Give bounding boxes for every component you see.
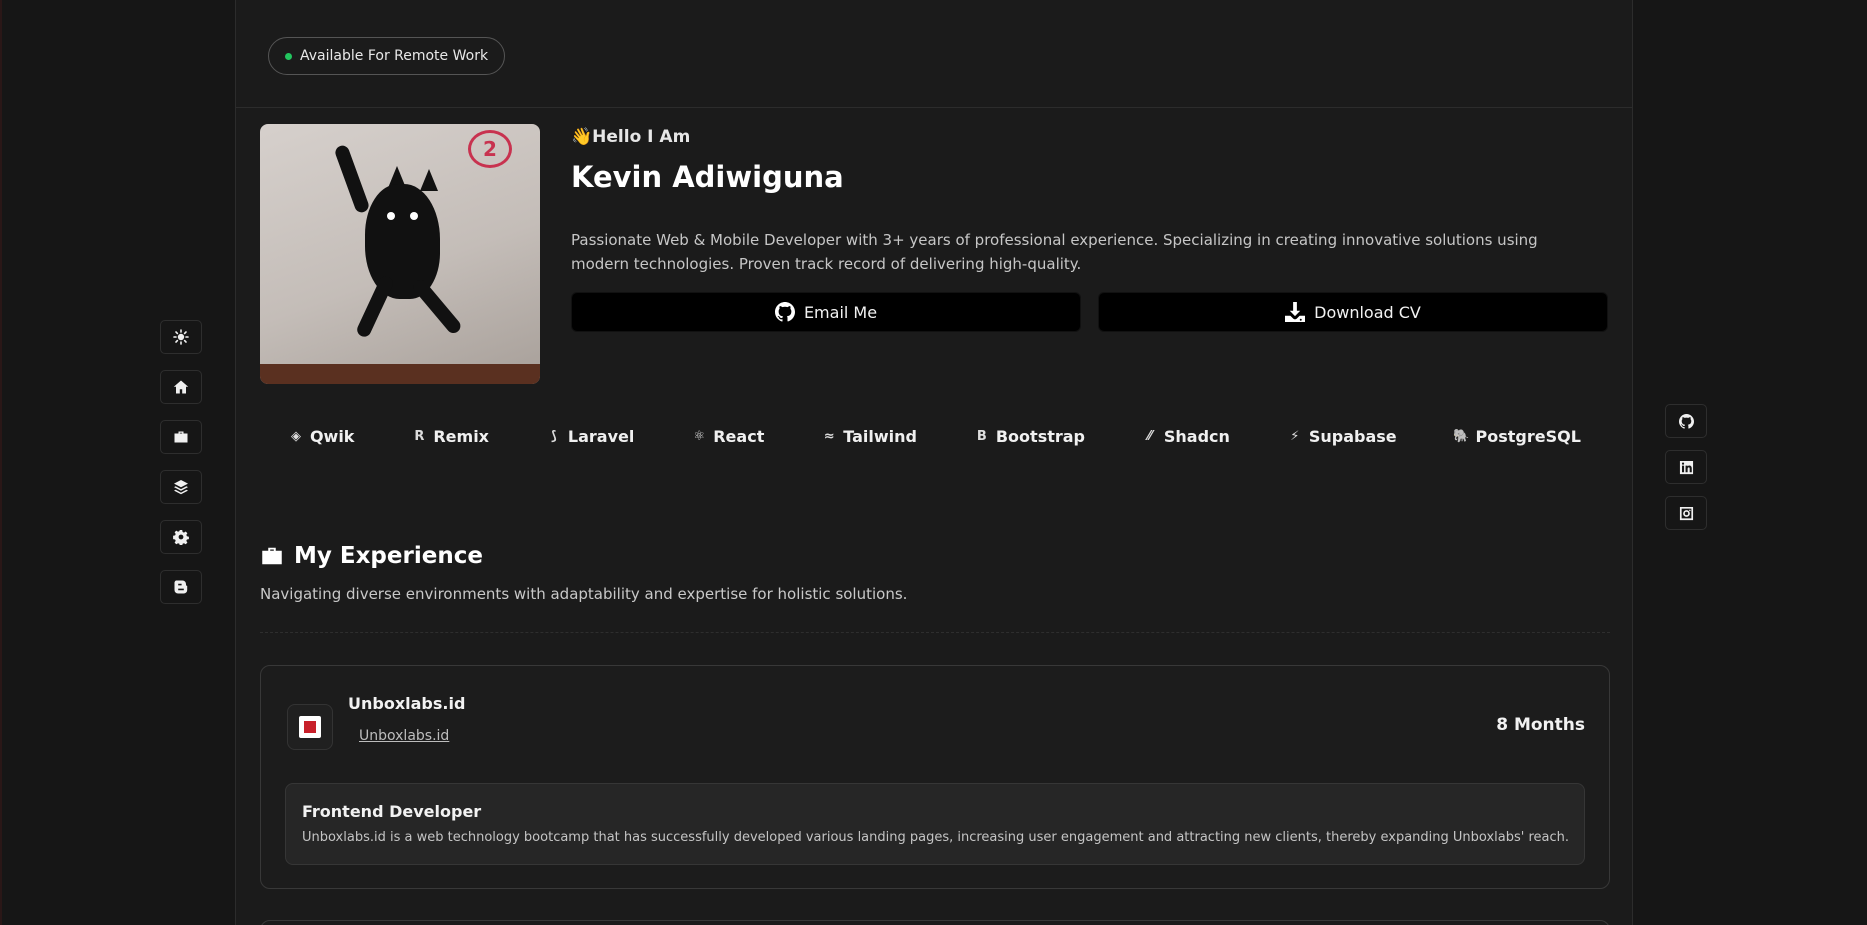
top-bar: Available For Remote Work [236, 0, 1632, 108]
avatar-cat-eye [387, 212, 395, 220]
avatar: 2 [260, 124, 540, 384]
tech-stack: ◈ Qwik R Remix ⟆ Laravel ⚛ React ≈ Tailwind B… [260, 424, 1610, 448]
tech-item-react: ⚛ React [692, 427, 764, 446]
company-logo-mark [299, 716, 321, 738]
avatar-cat-eye [410, 212, 418, 220]
role-description: Unboxlabs.id is a web technology bootcam… [302, 830, 1569, 845]
tech-label: Tailwind [843, 426, 917, 446]
role-title: Frontend Developer [302, 802, 482, 821]
role-box: Frontend Developer Unboxlabs.id is a web… [285, 783, 1585, 865]
nav-settings-button[interactable] [160, 520, 202, 554]
avatar-floor [260, 364, 540, 384]
nav-home-button[interactable] [160, 370, 202, 404]
instagram-link[interactable] [1665, 496, 1707, 530]
experience-subtitle: Navigating diverse environments with ada… [260, 585, 908, 603]
github-icon [774, 302, 795, 322]
blogger-icon [174, 580, 188, 594]
download-cv-label: Download CV [1314, 302, 1421, 322]
tech-item-supabase: ⚡ Supabase [1288, 426, 1397, 446]
react-icon: ⚛ [693, 428, 706, 444]
tech-item-shadcn: ⁄⁄ Shadcn [1143, 427, 1230, 446]
section-divider [260, 632, 1610, 633]
email-me-button[interactable]: Email Me [571, 292, 1081, 332]
tech-item-postgresql: 🐘 PostgreSQL [1453, 426, 1581, 446]
theme-toggle-button[interactable] [160, 320, 202, 354]
experience-duration: 8 Months [1496, 715, 1585, 735]
tech-item-tailwind: ≈ Tailwind [822, 427, 917, 446]
greeting: 👋Hello I Am [571, 127, 690, 147]
company-logo [287, 704, 333, 750]
tech-item-remix: R Remix [412, 427, 489, 446]
avatar-cat-body [365, 184, 440, 299]
github-link[interactable] [1665, 404, 1707, 438]
download-cv-button[interactable]: Download CV [1098, 292, 1608, 332]
nav-experience-button[interactable] [160, 420, 202, 454]
gear-icon [173, 530, 189, 545]
nav-blog-button[interactable] [160, 570, 202, 604]
shadcn-icon: ⁄⁄ [1147, 428, 1153, 444]
briefcase-icon [262, 547, 282, 565]
experience-card: Unboxlabs.id Unboxlabs.id 8 Months Front… [260, 665, 1610, 889]
page-title: Kevin Adiwiguna [571, 160, 844, 194]
tech-label: React [713, 426, 765, 446]
download-icon [1285, 302, 1306, 322]
status-badge: Available For Remote Work [268, 37, 506, 75]
bootstrap-icon: B [976, 428, 987, 444]
tech-label: PostgreSQL [1475, 426, 1581, 446]
hero-description: Passionate Web & Mobile Developer with 3… [571, 231, 1538, 273]
tech-item-qwik: ◈ Qwik [289, 427, 355, 446]
postgresql-icon: 🐘 [1453, 428, 1470, 444]
side-nav [160, 320, 202, 620]
greeting-text: Hello I Am [592, 127, 691, 147]
tech-item-laravel: ⟆ Laravel [547, 427, 634, 446]
remix-icon: R [414, 428, 425, 444]
tech-label: Laravel [567, 426, 635, 446]
experience-title: My Experience [260, 543, 483, 569]
home-icon [173, 380, 189, 394]
laravel-icon: ⟆ [550, 428, 557, 444]
social-links [1665, 404, 1707, 542]
qwik-icon: ◈ [290, 428, 301, 444]
left-edge [0, 0, 2, 925]
instagram-icon [1679, 506, 1693, 520]
tech-label: Shadcn [1163, 426, 1230, 446]
tech-label: Bootstrap [995, 426, 1085, 446]
status-label: Available For Remote Work [300, 48, 489, 64]
experience-title-text: My Experience [294, 543, 483, 569]
main-content: Available For Remote Work 2 👋Hello I Am … [235, 0, 1633, 925]
tech-label: Qwik [309, 426, 355, 446]
tech-label: Remix [433, 426, 489, 446]
layers-icon [174, 480, 188, 495]
sun-icon [173, 329, 189, 345]
avatar-cat-leg [410, 277, 464, 336]
avatar-number-badge: 2 [468, 130, 512, 168]
github-icon [1678, 413, 1694, 429]
briefcase-icon [174, 431, 188, 443]
experience-card-next [260, 920, 1610, 925]
company-link[interactable]: Unboxlabs.id [359, 728, 449, 744]
tech-label: Supabase [1308, 426, 1397, 446]
supabase-icon: ⚡ [1290, 428, 1300, 444]
avatar-cat-tail [333, 143, 371, 215]
wave-icon: 👋 [571, 127, 593, 147]
status-dot [285, 52, 292, 60]
avatar-cat-ear [420, 169, 438, 191]
email-me-label: Email Me [803, 302, 878, 322]
tech-item-bootstrap: B Bootstrap [975, 427, 1085, 446]
company-name: Unboxlabs.id [348, 694, 466, 713]
tailwind-icon: ≈ [823, 428, 835, 444]
linkedin-icon [1679, 460, 1693, 474]
nav-projects-button[interactable] [160, 470, 202, 504]
linkedin-link[interactable] [1665, 450, 1707, 484]
